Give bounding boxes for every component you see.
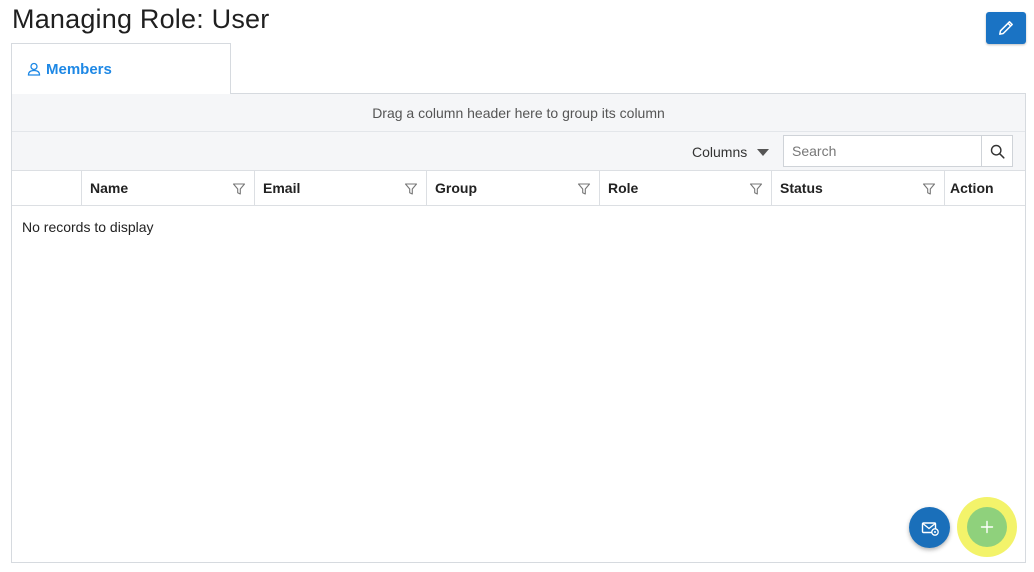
column-header-email[interactable]: Email xyxy=(255,171,427,205)
column-header-select[interactable] xyxy=(12,171,82,205)
email-settings-button[interactable] xyxy=(909,507,950,548)
column-header-action[interactable]: Action xyxy=(945,171,1025,205)
column-label-group: Group xyxy=(435,180,477,196)
filter-icon[interactable] xyxy=(232,182,246,196)
search-icon xyxy=(990,144,1005,159)
grid-toolbar: Columns xyxy=(12,132,1025,171)
empty-message: No records to display xyxy=(22,219,154,235)
filter-icon[interactable] xyxy=(922,182,936,196)
caret-down-icon xyxy=(757,148,770,156)
column-header-role[interactable]: Role xyxy=(600,171,772,205)
column-header-status[interactable]: Status xyxy=(772,171,945,205)
edit-button[interactable] xyxy=(986,12,1026,44)
search-box xyxy=(783,135,1013,167)
group-hint: Drag a column header here to group its c… xyxy=(372,104,665,121)
pencil-icon xyxy=(999,21,1013,35)
column-label-email: Email xyxy=(263,180,301,196)
tab-members[interactable]: Members xyxy=(11,43,231,94)
filter-icon[interactable] xyxy=(749,182,763,196)
plus-icon xyxy=(980,520,994,534)
group-drop-area[interactable]: Drag a column header here to group its c… xyxy=(12,94,1025,132)
table-header: Name Email Group Role Status Action xyxy=(12,171,1025,206)
column-header-group[interactable]: Group xyxy=(427,171,600,205)
search-input[interactable] xyxy=(784,136,981,166)
column-label-status: Status xyxy=(780,180,823,196)
page-title: Managing Role: User xyxy=(12,4,270,34)
filter-icon[interactable] xyxy=(577,182,591,196)
column-header-name[interactable]: Name xyxy=(82,171,255,205)
columns-button[interactable]: Columns xyxy=(692,142,770,162)
members-grid: Drag a column header here to group its c… xyxy=(11,93,1026,563)
column-label-role: Role xyxy=(608,180,639,196)
search-button[interactable] xyxy=(981,136,1012,166)
add-button-highlight xyxy=(957,497,1017,557)
mail-settings-icon xyxy=(921,521,939,536)
user-icon xyxy=(27,62,41,76)
columns-label: Columns xyxy=(692,144,748,160)
column-label-name: Name xyxy=(90,180,129,196)
column-label-action: Action xyxy=(950,180,994,196)
filter-icon[interactable] xyxy=(404,182,418,196)
tab-members-label: Members xyxy=(46,60,112,78)
add-member-button[interactable] xyxy=(967,507,1007,547)
